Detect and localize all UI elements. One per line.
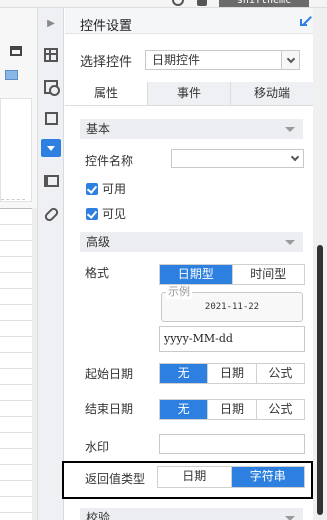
grid-row[interactable]	[0, 241, 32, 257]
top-bar: shifthemc	[0, 0, 327, 8]
select-widget-label: 选择控件	[80, 54, 133, 70]
grid-scrollbar[interactable]	[32, 208, 37, 520]
format-type-toggle: 日期型 时间型	[159, 264, 305, 285]
watermark-input[interactable]	[159, 434, 305, 454]
example-legend: 示例	[166, 285, 192, 299]
grid-row[interactable]	[0, 481, 32, 497]
grid-row[interactable]	[0, 465, 32, 481]
panel-title: 控件设置	[80, 19, 133, 34]
user-name[interactable]: shifthemc	[219, 0, 309, 7]
grid-row[interactable]	[0, 337, 32, 353]
checkbox-checked-icon[interactable]	[86, 182, 98, 195]
visible-checkbox[interactable]: 可见	[86, 205, 126, 222]
ruler	[1, 194, 25, 200]
widget-settings-icon[interactable]	[41, 139, 61, 157]
end-date-formula-option[interactable]: 公式	[255, 400, 304, 419]
grid-row[interactable]	[0, 209, 32, 225]
format-paint-icon[interactable]	[10, 46, 22, 56]
bell-icon[interactable]	[197, 0, 207, 6]
enabled-label: 可用	[102, 182, 127, 196]
control-name-label: 控件名称	[85, 154, 134, 168]
start-date-label: 起始日期	[85, 367, 134, 381]
grid-row[interactable]	[0, 401, 32, 417]
grid-row[interactable]	[0, 497, 32, 513]
start-date-toggle: 无 日期 公式	[159, 363, 305, 384]
search-icon[interactable]	[172, 0, 184, 6]
widget-type-value: 日期控件	[152, 53, 201, 67]
grid-row[interactable]	[0, 273, 32, 289]
chevron-down-icon[interactable]	[281, 51, 299, 69]
collapse-arrow-icon[interactable]	[299, 14, 313, 28]
format-time-option[interactable]: 时间型	[231, 265, 305, 284]
section-validation[interactable]: 校验	[80, 508, 303, 520]
chevron-down-icon[interactable]	[285, 240, 295, 245]
condition-style-icon[interactable]	[42, 172, 60, 190]
return-type-date-option[interactable]: 日期	[158, 467, 231, 487]
chevron-down-icon[interactable]	[285, 516, 295, 520]
grid-row[interactable]	[0, 289, 32, 305]
return-type-label: 返回值类型	[85, 472, 146, 486]
enabled-checkbox[interactable]: 可用	[86, 180, 126, 197]
end-date-date-option[interactable]: 日期	[207, 400, 255, 419]
image-icon[interactable]	[5, 70, 18, 80]
widget-type-select[interactable]: 日期控件	[145, 50, 300, 70]
tab-mobile[interactable]: 移动端	[230, 82, 313, 105]
end-date-toggle: 无 日期 公式	[159, 399, 305, 420]
start-date-formula-option[interactable]: 公式	[255, 364, 304, 383]
watermark-label: 水印	[85, 440, 110, 454]
panel-scrollbar[interactable]	[317, 245, 323, 515]
section-advanced[interactable]: 高级	[80, 232, 303, 252]
grid-row[interactable]	[0, 225, 32, 241]
grid-row[interactable]	[0, 385, 32, 401]
expand-arrow-icon[interactable]: ▶	[42, 14, 60, 32]
grid-row[interactable]	[0, 369, 32, 385]
editor-canvas[interactable]	[0, 98, 32, 202]
settings-tabs: 属性 事件 移动端	[65, 82, 313, 106]
layout-grid-icon[interactable]	[42, 46, 60, 64]
format-date-option[interactable]: 日期型	[160, 265, 232, 284]
grid-row[interactable]	[0, 257, 32, 273]
chevron-down-icon[interactable]	[287, 150, 303, 167]
grid-row[interactable]	[0, 353, 32, 369]
select-widget-row: 选择控件	[80, 50, 146, 70]
grid-row[interactable]	[0, 305, 32, 321]
tab-attributes[interactable]: 属性	[65, 82, 147, 105]
grid-row[interactable]	[0, 417, 32, 433]
visible-label: 可见	[102, 207, 127, 221]
widget-settings-panel: 控件设置 选择控件 日期控件 属性 事件 移动端 基本 控件名称 可用 可见 高…	[62, 8, 313, 520]
grid-row[interactable]	[0, 449, 32, 465]
editor-area	[0, 8, 38, 520]
format-label: 格式	[85, 266, 110, 280]
control-name-field[interactable]	[171, 149, 304, 168]
format-pattern-input[interactable]: yyyy-MM-dd	[159, 326, 305, 352]
tab-events[interactable]: 事件	[147, 82, 230, 105]
end-date-none-option[interactable]: 无	[160, 400, 208, 419]
panel-header: 控件设置	[65, 8, 313, 34]
section-basic-title: 基本	[86, 122, 111, 136]
section-validation-title: 校验	[86, 511, 111, 520]
icon-sidebar: ▶	[38, 8, 64, 520]
section-basic[interactable]: 基本	[80, 119, 303, 139]
grid-row[interactable]	[0, 321, 32, 337]
cell-attribute-icon[interactable]	[42, 78, 60, 96]
hyperlink-icon[interactable]	[42, 205, 60, 223]
cell-element-icon[interactable]	[42, 109, 60, 127]
section-advanced-title: 高级	[86, 235, 111, 249]
return-type-string-option[interactable]: 字符串	[230, 467, 304, 487]
return-type-toggle: 日期 字符串	[157, 466, 305, 488]
start-date-date-option[interactable]: 日期	[207, 364, 255, 383]
format-example-box: 示例 2021-11-22	[161, 285, 303, 322]
chevron-down-icon[interactable]	[285, 127, 295, 132]
cell-grid[interactable]	[0, 208, 32, 520]
checkbox-checked-icon[interactable]	[86, 207, 98, 220]
editor-toolbar	[2, 46, 32, 98]
start-date-none-option[interactable]: 无	[160, 364, 208, 383]
grid-row[interactable]	[0, 433, 32, 449]
example-value: 2021-11-22	[204, 302, 260, 312]
end-date-label: 结束日期	[85, 402, 134, 416]
